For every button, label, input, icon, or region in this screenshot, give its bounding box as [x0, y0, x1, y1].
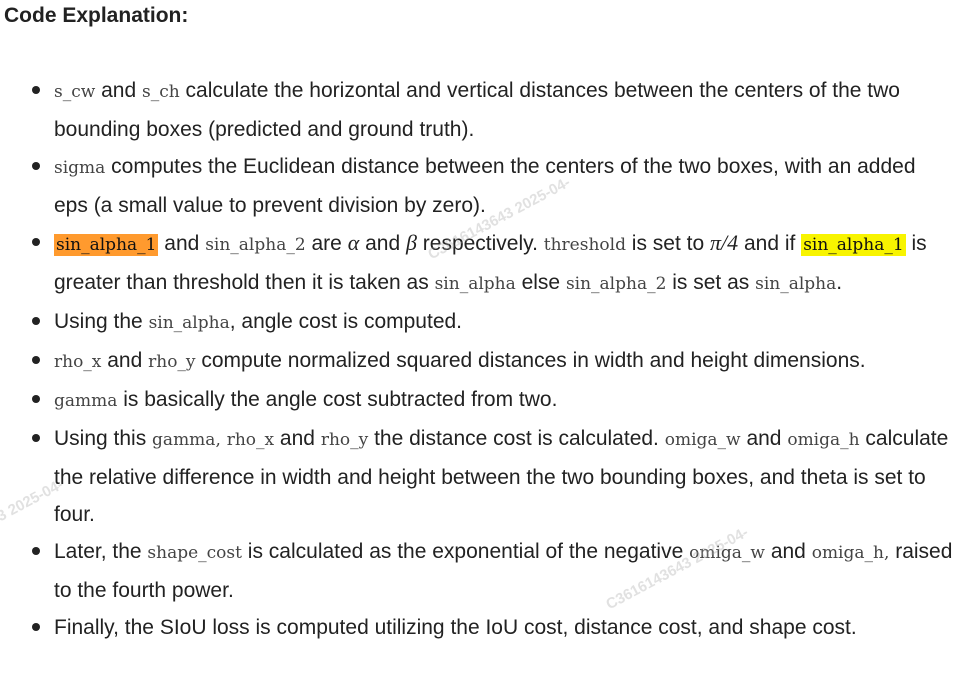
text: and — [740, 427, 788, 450]
text: computes the Euclidean distance between … — [54, 155, 916, 217]
list-item: sigma computes the Euclidean distance be… — [0, 148, 961, 224]
code-omiga-h: omiga_h — [787, 430, 860, 450]
code-sin-alpha-2: sin_alpha_2 — [205, 235, 306, 255]
text: else — [515, 271, 566, 294]
math-pi-over-4: π/4 — [710, 230, 739, 255]
text: and — [158, 232, 206, 255]
list-item: Using this gamma, rho_x and rho_y the di… — [0, 420, 961, 533]
code-threshold: threshold — [543, 235, 626, 255]
code-omiga-h: omiga_h, — [811, 543, 890, 563]
code-sigma: sigma — [54, 158, 106, 178]
text: and — [274, 427, 321, 450]
text: are — [305, 232, 348, 255]
page-title: Code Explanation: — [4, 4, 189, 27]
code-sin-alpha-2: sin_alpha_2 — [565, 274, 667, 294]
math-beta: β — [405, 230, 417, 255]
text: the distance cost is calculated. — [368, 427, 665, 450]
text: , angle cost is computed. — [229, 310, 463, 333]
highlight-sin-alpha-1: sin_alpha_1 — [801, 234, 906, 256]
text: is calculated as the exponential of the … — [241, 540, 690, 563]
code-rho-x: rho_x — [226, 430, 275, 450]
text: is set to — [625, 232, 710, 255]
list-item: s_cw and s_ch calculate the horizontal a… — [0, 72, 961, 148]
highlight-sin-alpha-1: sin_alpha_1 — [54, 234, 159, 256]
code-omiga-w: omiga_w — [664, 430, 741, 450]
code-rho-x: rho_x — [54, 352, 102, 372]
text: Using this — [54, 427, 153, 450]
code-rho-y: rho_y — [320, 430, 369, 450]
text: respectively. — [416, 232, 544, 255]
text: . — [836, 271, 843, 294]
text: and — [101, 349, 149, 372]
code-gamma: gamma, — [152, 430, 221, 450]
code-s-cw: s_cw — [54, 82, 96, 102]
code-gamma: gamma — [54, 391, 118, 411]
code-shape-cost: shape_cost — [147, 543, 242, 563]
code-sin-alpha: sin_alpha — [755, 274, 837, 294]
list-item: Using the sin_alpha, angle cost is compu… — [0, 303, 961, 342]
code-omiga-w: omiga_w — [689, 543, 765, 563]
text: and — [359, 232, 406, 255]
text: calculate the horizontal and vertical di… — [54, 79, 900, 141]
list-item: sin_alpha_1 and sin_alpha_2 are α and β … — [0, 224, 961, 303]
text: Later, the — [54, 540, 148, 563]
list-item: gamma is basically the angle cost subtra… — [0, 381, 961, 420]
text: is basically the angle cost subtracted f… — [117, 388, 558, 411]
code-rho-y: rho_y — [148, 352, 196, 372]
list-item: rho_x and rho_y compute normalized squar… — [0, 342, 961, 381]
list-item: Later, the shape_cost is calculated as t… — [0, 533, 961, 609]
explanation-list: s_cw and s_ch calculate the horizontal a… — [0, 72, 961, 646]
text: Using the — [54, 310, 149, 333]
text: compute normalized squared distances in … — [195, 349, 866, 372]
text: Finally, the SIoU loss is computed utili… — [54, 616, 857, 639]
text: and — [764, 540, 812, 563]
code-sin-alpha: sin_alpha — [148, 313, 230, 333]
math-alpha: α — [347, 230, 360, 255]
list-item: Finally, the SIoU loss is computed utili… — [0, 609, 961, 646]
text: and if — [738, 232, 802, 255]
text: and — [95, 79, 143, 102]
code-sin-alpha: sin_alpha — [434, 274, 516, 294]
code-s-ch: s_ch — [142, 82, 180, 102]
text: is set as — [666, 271, 756, 294]
